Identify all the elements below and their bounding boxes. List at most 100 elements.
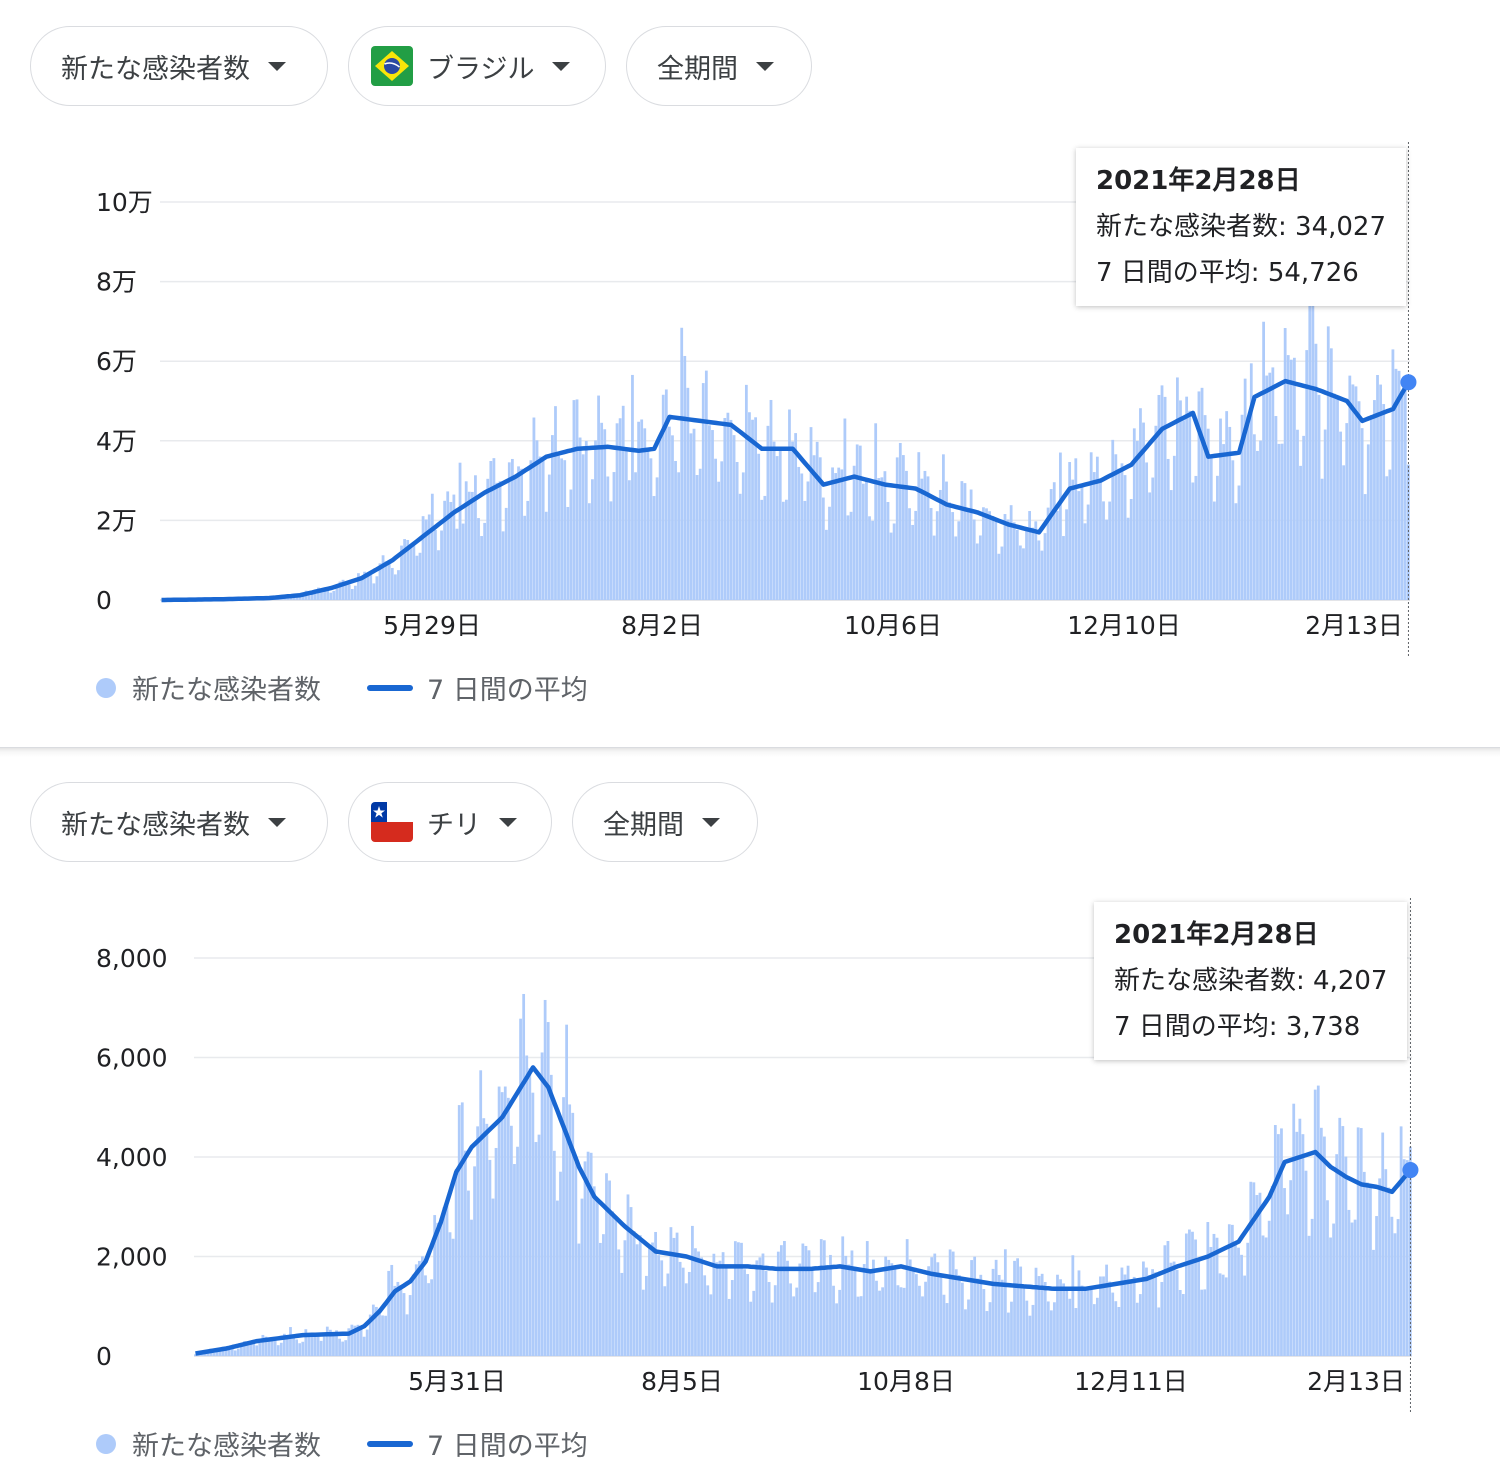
daily-cases-bar	[455, 528, 459, 600]
daily-cases-bar	[1200, 1289, 1204, 1356]
daily-cases-bar	[767, 1282, 771, 1356]
daily-cases-bar	[559, 1171, 562, 1356]
daily-cases-bar	[1246, 1242, 1250, 1356]
daily-cases-bar	[612, 472, 616, 600]
daily-cases-bar	[255, 1345, 259, 1356]
daily-cases-bar	[781, 501, 785, 600]
daily-cases-bar	[289, 1327, 292, 1356]
daily-cases-bar	[1040, 550, 1044, 600]
daily-cases-bar	[689, 433, 693, 600]
daily-cases-bar	[945, 481, 948, 600]
daily-cases-bar	[1182, 420, 1185, 600]
tooltip-cases: 新たな感染者数: 4,207	[1114, 966, 1388, 996]
x-tick-label: 5月31日	[408, 1367, 506, 1396]
daily-cases-bar	[273, 1339, 277, 1356]
daily-cases-bar	[1382, 404, 1386, 600]
chart-legend: 新たな感染者数 7 日間の平均	[96, 668, 588, 707]
daily-cases-bar	[1166, 1240, 1170, 1356]
daily-cases-bar	[1191, 482, 1195, 600]
daily-cases-bar	[675, 1232, 679, 1356]
daily-cases-bar	[789, 1283, 792, 1356]
daily-cases-bar	[769, 399, 773, 600]
daily-cases-bar	[942, 1294, 946, 1356]
daily-cases-bar	[1065, 509, 1068, 600]
daily-cases-bar	[1301, 1134, 1305, 1356]
daily-cases-bar	[519, 1018, 522, 1356]
tooltip-date: 2021年2月28日	[1096, 166, 1301, 196]
daily-cases-bar	[1234, 1243, 1237, 1356]
daily-cases-bar	[744, 384, 748, 600]
daily-cases-bar	[1259, 440, 1262, 600]
daily-cases-bar	[578, 437, 582, 600]
daily-cases-bar	[1006, 519, 1010, 600]
daily-cases-bar	[534, 1142, 538, 1356]
daily-cases-bar	[1240, 1254, 1243, 1356]
daily-cases-bar	[369, 575, 373, 600]
daily-cases-bar	[1357, 401, 1361, 600]
daily-cases-bar	[1012, 522, 1016, 600]
daily-cases-bar	[1009, 505, 1013, 600]
daily-cases-bar	[1059, 452, 1062, 600]
daily-cases-bar	[880, 477, 884, 600]
daily-cases-bar	[301, 1341, 305, 1356]
daily-cases-bar	[384, 561, 388, 600]
daily-cases-bar	[1313, 1089, 1317, 1356]
daily-cases-bar	[933, 1253, 937, 1356]
daily-cases-bar	[436, 1222, 440, 1356]
daily-cases-bar	[546, 1022, 550, 1356]
daily-cases-bar	[1154, 1272, 1158, 1356]
daily-cases-bar	[1142, 1261, 1145, 1356]
daily-cases-bar	[1270, 1185, 1274, 1356]
daily-cases-bar	[1258, 1192, 1262, 1356]
daily-cases-bar	[985, 508, 988, 600]
daily-cases-bar	[565, 1024, 568, 1356]
daily-cases-bar	[467, 491, 471, 600]
daily-cases-bar	[1381, 1132, 1385, 1356]
daily-cases-bar	[554, 406, 557, 600]
daily-cases-bar	[951, 512, 955, 600]
daily-cases-bar	[708, 425, 711, 600]
daily-cases-bar	[427, 1283, 430, 1356]
daily-cases-bar	[1154, 425, 1158, 600]
daily-cases-bar	[911, 1267, 915, 1356]
cases-chart-brazil[interactable]: 0 2万 4万 6万 8万 10万 5月29日 8月2日 10月6日 12月10日 2月13日	[0, 0, 1500, 748]
daily-cases-bar	[212, 1352, 216, 1356]
x-tick-label: 2月13日	[1305, 611, 1403, 640]
daily-cases-bar	[1221, 1274, 1225, 1356]
daily-cases-bar	[849, 511, 853, 600]
daily-cases-bar	[451, 1238, 455, 1356]
daily-cases-bar	[1086, 504, 1090, 600]
daily-cases-bar	[1007, 1312, 1010, 1356]
daily-cases-bar	[1310, 1218, 1314, 1356]
daily-cases-bar	[1086, 1290, 1090, 1356]
daily-cases-bar	[843, 418, 847, 600]
daily-cases-bar	[572, 400, 576, 600]
daily-cases-bar	[1092, 1304, 1096, 1356]
daily-cases-bar	[655, 477, 659, 600]
daily-cases-bar	[1132, 1276, 1136, 1356]
daily-cases-bar	[513, 1164, 516, 1356]
daily-cases-bar	[640, 419, 644, 600]
daily-cases-bar	[890, 1263, 894, 1356]
x-tick-label: 12月11日	[1074, 1367, 1188, 1396]
daily-cases-bar	[526, 500, 530, 600]
daily-cases-bar	[500, 1092, 504, 1356]
daily-cases-bar	[319, 1340, 323, 1356]
daily-cases-bar	[1160, 1281, 1164, 1356]
daily-cases-bar	[985, 1311, 989, 1356]
daily-cases-bar	[480, 536, 483, 600]
daily-cases-bar	[483, 522, 487, 600]
daily-cases-bar	[816, 1282, 820, 1356]
daily-cases-bar	[1289, 359, 1293, 600]
daily-cases-bar	[887, 1259, 891, 1356]
cases-chart-chile[interactable]: 0 2,000 4,000 6,000 8,000 5月31日 8月5日 10月8日 12月11…	[0, 756, 1500, 1472]
daily-cases-bar	[738, 493, 742, 600]
daily-cases-bar	[668, 426, 671, 600]
daily-cases-bar	[861, 483, 865, 600]
daily-cases-bar	[801, 1243, 805, 1356]
daily-cases-bar	[313, 1334, 317, 1356]
daily-cases-bar	[1391, 349, 1395, 600]
daily-cases-bar	[783, 1240, 786, 1356]
daily-cases-bar	[752, 1290, 756, 1356]
daily-cases-bar	[714, 458, 717, 600]
